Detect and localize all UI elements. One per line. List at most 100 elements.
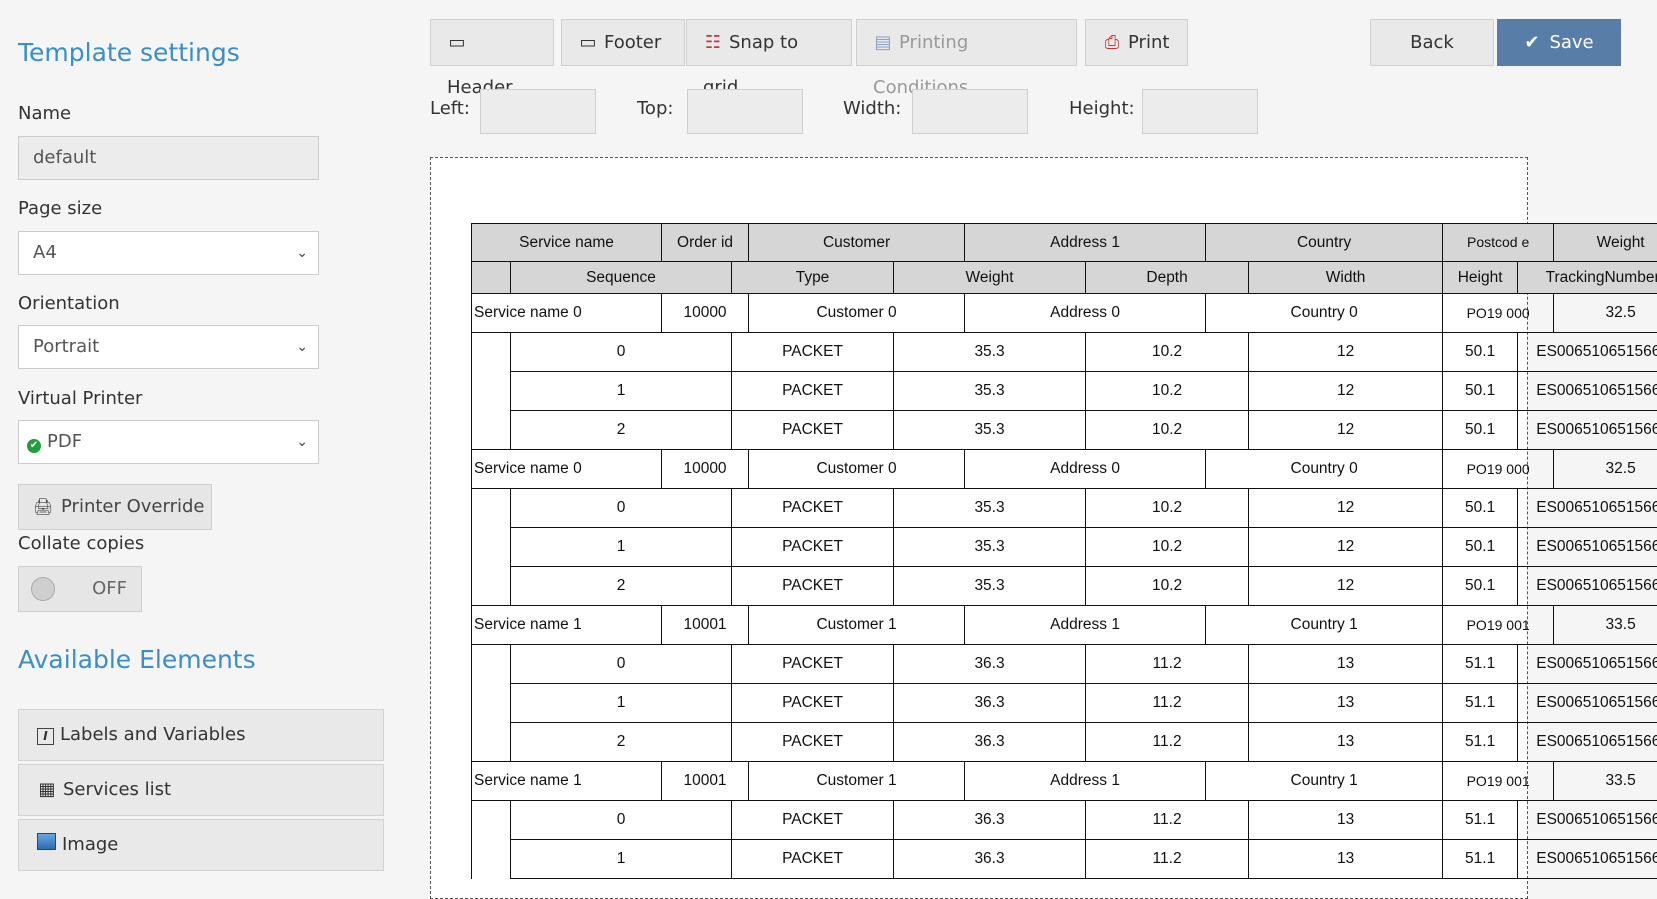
template-settings-sidebar: Template settings Name default Page size… [0,0,395,880]
element-label: Image [62,834,118,855]
package-cell: 51.1 [1443,645,1518,684]
indent-cell [472,411,511,450]
package-cell: ES0065106515660 [1518,489,1657,528]
indent-cell [472,528,511,567]
service-cell: PO19 000 [1443,450,1554,489]
printer-override-button[interactable]: 🖨Printer Override [18,484,212,530]
page-size-label: Page size [18,198,102,219]
service-cell: Customer 1 [749,762,965,801]
package-cell: 12 [1249,528,1443,567]
virtual-printer-select[interactable]: ✔PDF ⌄ [18,420,319,464]
column-header: Sequence [511,262,732,294]
package-cell: 1 [511,528,732,567]
service-cell: Service name 0 [472,294,662,333]
package-cell: 13 [1249,723,1443,762]
package-cell: 12 [1249,333,1443,372]
package-cell: 11.2 [1086,840,1249,879]
footer-icon: ▭ [578,20,598,65]
package-cell: PACKET [732,333,894,372]
service-cell: 10000 [662,450,749,489]
collate-copies-label: Collate copies [18,533,144,554]
package-row: 0PACKET36.311.21351.1ES0065106515661 [472,801,1657,840]
services-list-table[interactable]: Service nameOrder idCustomerAddress 1Cou… [471,223,1657,879]
footer-label: Footer [604,32,661,53]
service-cell: Service name 1 [472,762,662,801]
package-cell: 12 [1249,489,1443,528]
package-cell: ES0065106515661 [1518,801,1657,840]
template-canvas[interactable]: Service nameOrder idCustomerAddress 1Cou… [430,157,1528,899]
page-size-select[interactable]: A4 ⌄ [18,231,319,275]
print-button[interactable]: ⎙Print [1085,19,1188,66]
service-cell: Address 0 [965,294,1206,333]
package-cell: 35.3 [894,567,1086,606]
height-label: Height: [1069,98,1135,119]
element-labels-and-variables[interactable]: ILabels and Variables [18,709,384,761]
service-row: Service name 110001Customer 1Address 1Co… [472,762,1657,801]
footer-button[interactable]: ▭ Footer [561,19,685,66]
package-cell: 36.3 [894,645,1086,684]
package-row: 1PACKET36.311.21351.1ES0065106515661 [472,684,1657,723]
element-services-list[interactable]: ▦Services list [18,764,384,816]
package-cell: PACKET [732,684,894,723]
package-cell: PACKET [732,567,894,606]
printing-conditions-button[interactable]: ▤Printing Conditions [856,19,1077,66]
package-cell: 1 [511,684,732,723]
package-cell: 12 [1249,372,1443,411]
chevron-down-icon: ⌄ [296,326,308,368]
column-header: Postcod e [1443,224,1554,262]
service-row: Service name 010000Customer 0Address 0Co… [472,294,1657,333]
package-cell: 50.1 [1443,567,1518,606]
width-input[interactable] [912,89,1028,134]
package-cell: ES0065106515661 [1518,645,1657,684]
package-cell: PACKET [732,801,894,840]
snap-to-grid-button[interactable]: ☷Snap to grid [686,19,852,66]
orientation-select[interactable]: Portrait ⌄ [18,325,319,369]
service-cell: Country 0 [1206,294,1443,333]
package-cell: 51.1 [1443,684,1518,723]
top-input[interactable] [687,89,803,134]
package-cell: 0 [511,645,732,684]
back-button[interactable]: Back [1370,19,1494,66]
package-cell: 0 [511,333,732,372]
indent-cell [472,489,511,528]
available-elements-title: Available Elements [18,645,256,674]
package-cell: 36.3 [894,684,1086,723]
indent-cell [472,645,511,684]
element-image[interactable]: Image [18,819,384,871]
package-row: 1PACKET36.311.21351.1ES0065106515661 [472,840,1657,879]
service-cell: PO19 001 [1443,762,1554,801]
column-header: Height [1443,262,1518,294]
package-cell: 1 [511,372,732,411]
package-cell: 13 [1249,645,1443,684]
package-cell: 12 [1249,411,1443,450]
package-cell: ES0065106515661 [1518,723,1657,762]
service-cell: 33.5 [1554,762,1657,801]
save-button[interactable]: ✔Save [1497,19,1621,66]
service-cell: Country 1 [1206,762,1443,801]
collate-copies-toggle[interactable]: OFF [18,566,142,612]
service-cell: Service name 0 [472,450,662,489]
package-cell: ES0065106515661 [1518,840,1657,879]
package-cell: 35.3 [894,372,1086,411]
height-input[interactable] [1142,89,1258,134]
package-cell: ES0065106515660 [1518,567,1657,606]
package-cell: PACKET [732,411,894,450]
print-icon: ⎙ [1102,20,1122,65]
package-cell: ES0065106515660 [1518,528,1657,567]
column-header: Country [1206,224,1443,262]
package-cell: 10.2 [1086,528,1249,567]
left-input[interactable] [480,89,596,134]
package-cell: 11.2 [1086,645,1249,684]
check-circle-icon: ✔ [27,439,41,453]
service-cell: 32.5 [1554,294,1657,333]
name-label: Name [18,103,71,124]
indent-cell [472,372,511,411]
column-header: Customer [749,224,965,262]
element-label: Labels and Variables [60,724,246,745]
header-button[interactable]: ▭Header [430,19,554,66]
package-cell: 50.1 [1443,489,1518,528]
name-input[interactable]: default [18,136,319,180]
package-cell: 13 [1249,684,1443,723]
column-header: Width [1249,262,1443,294]
package-cell: 35.3 [894,528,1086,567]
